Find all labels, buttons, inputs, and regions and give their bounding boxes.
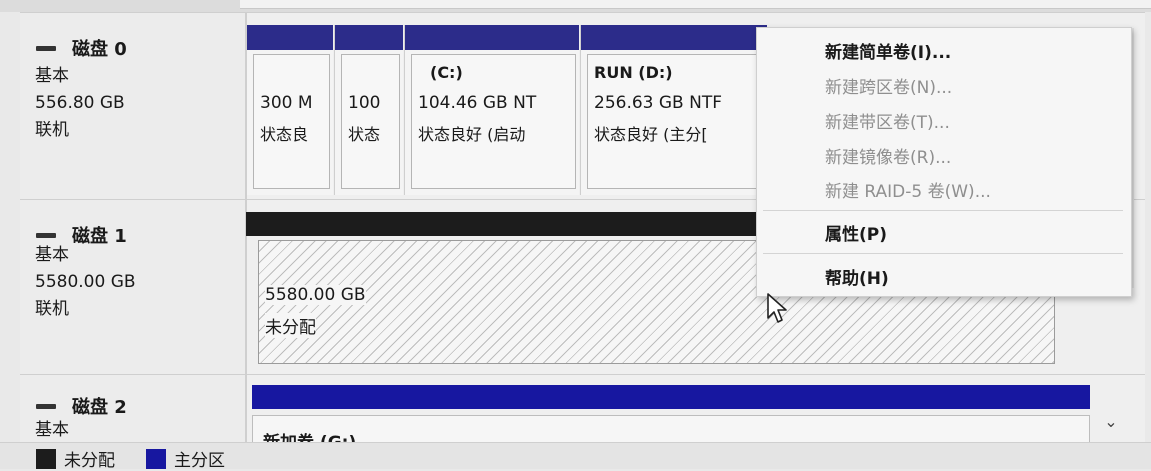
disk-2-row[interactable]: 磁盘 2 基本 新加卷 (G:) bbox=[20, 374, 1145, 444]
partition-status: 状态良好 (主分[ bbox=[594, 125, 708, 144]
unallocated-label: 未分配 bbox=[265, 313, 316, 338]
dash-icon bbox=[36, 403, 56, 409]
menu-item-new-raid5-volume[interactable]: 新建 RAID-5 卷(W)... bbox=[825, 177, 991, 202]
disk-0-type: 基本 bbox=[35, 66, 69, 86]
partition-body: RUN (D:) 256.63 GB NTF 状态良好 (主分[ bbox=[587, 54, 764, 189]
legend-swatch bbox=[146, 448, 166, 469]
disk-1-status: 联机 bbox=[35, 299, 69, 319]
partition-body: 100 状态 bbox=[341, 54, 400, 189]
partition-size: 100 bbox=[348, 93, 381, 113]
menu-item-new-striped-volume[interactable]: 新建带区卷(T)... bbox=[825, 108, 950, 133]
partition-size: 104.46 GB NT bbox=[418, 93, 537, 113]
legend-primary: 主分区 bbox=[146, 446, 225, 471]
partition-status: 状态良好 (启动 bbox=[418, 125, 526, 144]
dash-icon bbox=[36, 45, 56, 51]
disk-2-title: 磁盘 2 bbox=[36, 393, 127, 419]
volume-body[interactable]: 新加卷 (G:) bbox=[252, 415, 1090, 443]
partition-bar bbox=[581, 25, 767, 50]
menu-item-new-spanned-volume[interactable]: 新建跨区卷(N)... bbox=[825, 73, 952, 98]
disk-0-partitions: 300 M 状态良 100 状态 (C:) 104.46 GB NT 状态良好 … bbox=[246, 25, 767, 195]
partition-system-reserved[interactable]: 300 M 状态良 bbox=[246, 25, 333, 195]
partition-bar bbox=[247, 25, 333, 50]
menu-item-new-mirrored-volume[interactable]: 新建镜像卷(R)... bbox=[825, 143, 951, 168]
disk-0-name: 磁盘 0 bbox=[72, 39, 127, 60]
disk-2-type: 基本 bbox=[35, 420, 69, 440]
chevron-down-icon[interactable]: ⌄ bbox=[1100, 412, 1122, 434]
unallocated-bar bbox=[246, 212, 761, 236]
partition-size: 256.63 GB NTF bbox=[594, 93, 723, 113]
legend-label: 未分配 bbox=[64, 451, 115, 471]
mouse-pointer-icon bbox=[767, 293, 787, 323]
disk-1-info: 基本 5580.00 GB 联机 bbox=[35, 242, 136, 323]
disk-1-type: 基本 bbox=[35, 245, 69, 265]
disk-0-size: 556.80 GB bbox=[35, 93, 125, 113]
menu-item-help[interactable]: 帮助(H) bbox=[825, 264, 889, 289]
legend-label: 主分区 bbox=[174, 451, 225, 471]
disk-1-size: 5580.00 GB bbox=[35, 272, 136, 292]
partition-bar bbox=[335, 25, 403, 50]
disk-1-label[interactable]: 磁盘 1 基本 5580.00 GB 联机 bbox=[20, 200, 247, 374]
legend-bar: 未分配 主分区 bbox=[0, 442, 1151, 471]
legend-unallocated: 未分配 bbox=[36, 446, 115, 471]
volume-bar bbox=[252, 385, 1090, 409]
context-menu: 新建简单卷(I)... 新建跨区卷(N)... 新建带区卷(T)... 新建镜像… bbox=[756, 27, 1132, 297]
dash-icon bbox=[36, 232, 56, 238]
disk-2-volume[interactable]: 新加卷 (G:) bbox=[252, 385, 1090, 443]
top-strip-lip bbox=[240, 0, 1151, 9]
menu-item-properties[interactable]: 属性(P) bbox=[825, 220, 887, 245]
disk-2-info: 基本 bbox=[35, 417, 69, 443]
disk-2-label[interactable]: 磁盘 2 基本 bbox=[20, 375, 247, 443]
disk-2-name: 磁盘 2 bbox=[72, 397, 127, 418]
menu-item-new-simple-volume[interactable]: 新建简单卷(I)... bbox=[825, 38, 951, 63]
menu-separator bbox=[763, 253, 1123, 254]
partition-bar bbox=[405, 25, 579, 50]
unallocated-size: 5580.00 GB bbox=[265, 285, 366, 305]
partition-body: 300 M 状态良 bbox=[253, 54, 330, 189]
legend-swatch bbox=[36, 448, 56, 469]
disk-0-info: 基本 556.80 GB 联机 bbox=[35, 63, 125, 144]
partition-status: 状态良 bbox=[260, 125, 309, 144]
disk-0-status: 联机 bbox=[35, 120, 69, 140]
disk-0-label[interactable]: 磁盘 0 基本 556.80 GB 联机 bbox=[20, 13, 247, 199]
partition-status: 状态 bbox=[348, 125, 381, 144]
partition-d[interactable]: RUN (D:) 256.63 GB NTF 状态良好 (主分[ bbox=[580, 25, 767, 195]
top-strip bbox=[0, 0, 1151, 12]
partition-c[interactable]: (C:) 104.46 GB NT 状态良好 (启动 bbox=[404, 25, 579, 195]
partition-name: (C:) bbox=[430, 63, 463, 82]
menu-separator bbox=[763, 210, 1123, 211]
partition-name: RUN (D:) bbox=[594, 63, 673, 82]
partition-efi[interactable]: 100 状态 bbox=[334, 25, 403, 195]
partition-body: (C:) 104.46 GB NT 状态良好 (启动 bbox=[411, 54, 576, 189]
disk-0-title: 磁盘 0 bbox=[36, 35, 127, 61]
partition-size: 300 M bbox=[260, 93, 313, 113]
